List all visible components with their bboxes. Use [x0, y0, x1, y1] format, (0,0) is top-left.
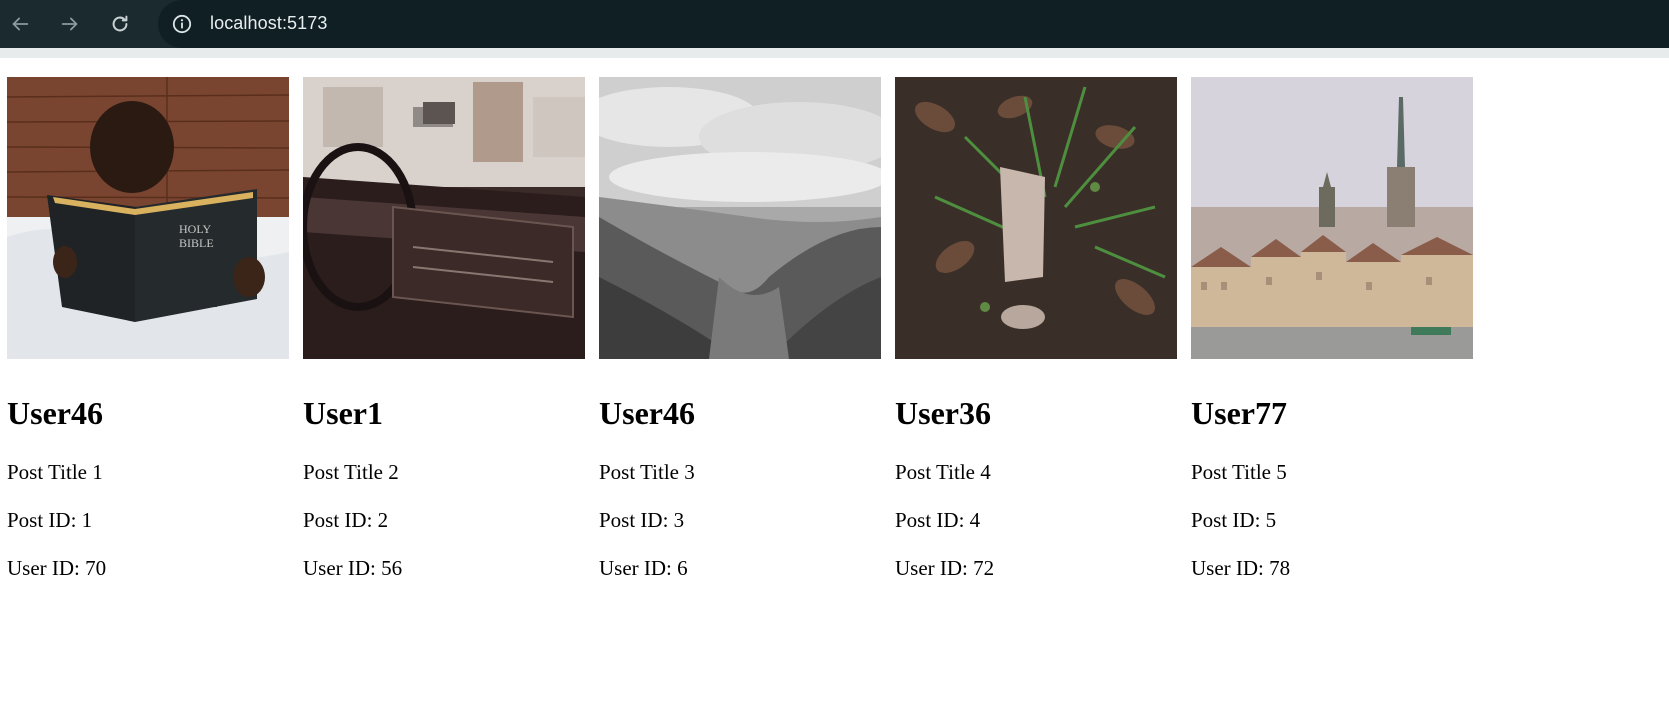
post-id: Post ID: 3	[599, 508, 685, 532]
post-user-id: User ID: 70	[7, 556, 107, 580]
svg-text:BIBLE: BIBLE	[179, 236, 214, 250]
post-id: Post ID: 1	[7, 508, 93, 532]
post-image-child-reading-bible[interactable]: HOLY BIBLE	[7, 77, 289, 359]
post-card[interactable]: User77 Post Title 5 Post ID: 5 User ID: …	[1191, 77, 1473, 580]
forward-arrow-icon[interactable]	[58, 12, 82, 36]
post-username: User77	[1191, 395, 1287, 431]
post-title: Post Title 3	[599, 460, 695, 484]
address-bar[interactable]: localhost:5173	[158, 0, 1669, 48]
post-title: Post Title 2	[303, 460, 399, 484]
post-title: Post Title 4	[895, 460, 991, 484]
post-user-id: User ID: 72	[895, 556, 995, 580]
post-username: User1	[303, 395, 383, 431]
post-image-car-dashboard[interactable]	[303, 77, 585, 359]
post-user-id: User ID: 56	[303, 556, 403, 580]
post-user-id: User ID: 78	[1191, 556, 1291, 580]
back-arrow-icon[interactable]	[8, 12, 32, 36]
post-id: Post ID: 5	[1191, 508, 1277, 532]
post-image-forest-valley[interactable]	[599, 77, 881, 359]
post-title: Post Title 1	[7, 460, 103, 484]
svg-text:HOLY: HOLY	[179, 222, 211, 236]
post-card[interactable]: User36 Post Title 4 Post ID: 4 User ID: …	[895, 77, 1177, 580]
post-username: User36	[895, 395, 991, 431]
url-text[interactable]: localhost:5173	[210, 13, 328, 34]
post-card[interactable]: User1 Post Title 2 Post ID: 2 User ID: 5…	[303, 77, 585, 580]
post-title: Post Title 5	[1191, 460, 1287, 484]
post-username: User46	[599, 395, 695, 431]
post-id: Post ID: 4	[895, 508, 981, 532]
reload-icon[interactable]	[108, 12, 132, 36]
post-username: User46	[7, 395, 103, 431]
post-id: Post ID: 2	[303, 508, 389, 532]
post-card[interactable]: User46 Post Title 3 Post ID: 3 User ID: …	[599, 77, 881, 580]
post-image-city-skyline[interactable]	[1191, 77, 1473, 359]
site-info-icon[interactable]	[172, 14, 192, 34]
post-user-id: User ID: 6	[599, 556, 688, 580]
post-grid: HOLY BIBLE User46 Post Title 1 Post ID: …	[7, 77, 1487, 580]
browser-toolbar: localhost:5173	[0, 0, 1669, 48]
post-card[interactable]: HOLY BIBLE User46 Post Title 1 Post ID: …	[7, 77, 289, 580]
post-image-leaves-ground[interactable]	[895, 77, 1177, 359]
toolbar-divider	[0, 48, 1669, 58]
